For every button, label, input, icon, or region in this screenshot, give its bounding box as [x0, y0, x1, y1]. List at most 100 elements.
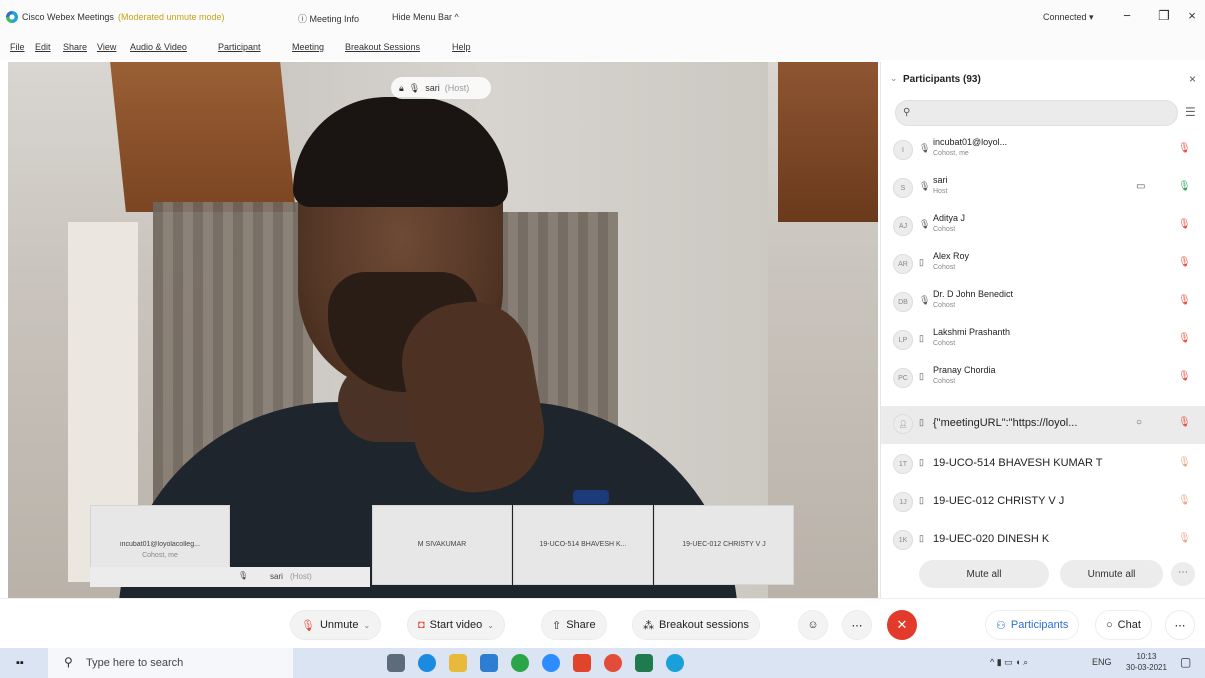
menu-help[interactable]: Help: [452, 42, 471, 52]
unmute-all-button[interactable]: Unmute all: [1060, 560, 1163, 588]
guest-avatar-icon: 👤︎: [893, 414, 913, 434]
participant-row[interactable]: AR ▯ Alex Roy Cohost 🎙︎: [881, 246, 1205, 284]
menu-breakout-sessions[interactable]: Breakout Sessions: [345, 42, 420, 52]
task-view-icon[interactable]: [387, 654, 405, 672]
menu-file[interactable]: File: [10, 42, 25, 52]
active-mic-icon[interactable]: 🎙︎: [1178, 181, 1191, 192]
language-indicator[interactable]: ENG: [1092, 657, 1112, 667]
chat-bubble-icon: ○: [1106, 619, 1113, 631]
office-icon[interactable]: [573, 654, 591, 672]
menu-bar: File Edit Share View Audio & Video Parti…: [0, 36, 1205, 60]
tray-icons[interactable]: ^ ▮ ▭ ◖ ⌕: [990, 657, 1028, 668]
video-cabinet-right: [778, 62, 878, 222]
smiley-icon: ☺: [807, 619, 819, 631]
avatar: S: [893, 178, 913, 198]
video-thumbnail[interactable]: 19-UCO-514 BHAVESH K...: [513, 505, 653, 585]
mic-off-icon[interactable]: 🎙︎: [1178, 457, 1191, 468]
muted-mic-icon[interactable]: 🎙︎: [1178, 257, 1191, 268]
app-title: Cisco Webex Meetings: [22, 12, 114, 22]
menu-audio-video[interactable]: Audio & Video: [130, 42, 187, 52]
mic-icon: 🎙︎: [408, 82, 421, 93]
mic-icon: 🎙︎: [301, 619, 315, 632]
search-icon: ⚲: [64, 655, 73, 669]
avatar: LP: [893, 330, 913, 350]
sort-icon[interactable]: ☰: [1185, 105, 1196, 119]
hide-menu-bar-button[interactable]: Hide Menu Bar ^: [392, 12, 459, 22]
participant-row[interactable]: DB 🎙︎ Dr. D John Benedict Cohost 🎙︎: [881, 284, 1205, 322]
edge-browser-icon[interactable]: [418, 654, 436, 672]
zoom-icon[interactable]: [542, 654, 560, 672]
chrome-icon[interactable]: [511, 654, 529, 672]
menu-edit[interactable]: Edit: [35, 42, 51, 52]
participant-row[interactable]: 1K ▯ 19-UEC-020 DINESH K 🎙︎: [881, 522, 1205, 560]
muted-mic-icon[interactable]: 🎙︎: [1178, 219, 1191, 230]
video-thumbnail[interactable]: M SIVAKUMAR: [372, 505, 512, 585]
start-video-button[interactable]: ◘ Start video ⌄: [407, 610, 505, 640]
windows-start-icon[interactable]: ▪▪: [16, 657, 24, 669]
collapse-chevron-icon[interactable]: ⌄: [890, 73, 898, 84]
breakout-sessions-button[interactable]: ⁂ Breakout sessions: [632, 610, 760, 640]
store-icon[interactable]: [480, 654, 498, 672]
muted-mic-icon[interactable]: 🎙︎: [1178, 333, 1191, 344]
reactions-button[interactable]: ☺: [798, 610, 828, 640]
menu-view[interactable]: View: [97, 42, 116, 52]
more-options-icon[interactable]: ⋯: [1171, 562, 1195, 586]
more-options-button[interactable]: ⋯: [842, 610, 872, 640]
restore-icon[interactable]: ❐: [1157, 8, 1171, 24]
notification-icon[interactable]: ▢: [1180, 655, 1191, 669]
participants-panel: ⌄ Participants (93) × ⚲ ☰ I 🎙︎ incubat01…: [880, 62, 1205, 598]
muted-mic-icon[interactable]: 🎙︎: [1178, 371, 1191, 382]
participant-row[interactable]: AJ 🎙︎ Aditya J Cohost 🎙︎: [881, 208, 1205, 246]
chevron-down-icon[interactable]: ⌄: [364, 621, 371, 630]
computer-device-icon: ▯: [919, 457, 924, 467]
participant-search-input[interactable]: [895, 100, 1178, 126]
avatar: I: [893, 140, 913, 160]
mic-off-icon[interactable]: 🎙︎: [1178, 495, 1191, 506]
participant-row[interactable]: 1J ▯ 19-UEC-012 CHRISTY V J 🎙︎: [881, 484, 1205, 522]
search-icon: ⚲: [903, 107, 911, 118]
chrome-alt-icon[interactable]: [604, 654, 622, 672]
close-icon[interactable]: ×: [1185, 8, 1199, 23]
mic-off-icon[interactable]: 🎙︎: [1178, 533, 1191, 544]
mic-device-icon: 🎙︎: [919, 219, 931, 229]
unmute-button[interactable]: 🎙︎ Unmute ⌄: [290, 610, 382, 640]
participant-row[interactable]: LP ▯ Lakshmi Prashanth Cohost 🎙︎: [881, 322, 1205, 360]
windows-taskbar: ▪▪ Type here to search ⚲ ^ ▮ ▭ ◖ ⌕ ENG 1…: [0, 648, 1205, 678]
mic-device-icon: 🎙︎: [919, 143, 931, 153]
minimize-icon[interactable]: −: [1120, 8, 1134, 23]
app-icon[interactable]: [635, 654, 653, 672]
system-clock[interactable]: 10:13 30-03-2021: [1126, 651, 1167, 673]
muted-mic-icon[interactable]: 🎙︎: [1178, 295, 1191, 306]
muted-mic-icon[interactable]: 🎙︎: [1178, 143, 1191, 154]
chat-button[interactable]: ○ Chat: [1095, 610, 1152, 640]
participants-button[interactable]: ⚇ Participants: [985, 610, 1080, 640]
participant-row[interactable]: 1T ▯ 19-UCO-514 BHAVESH KUMAR T 🎙︎: [881, 446, 1205, 484]
participant-row[interactable]: 👤︎ ▯ {"meetingURL":"https://loyol... ○ 🎙…: [881, 406, 1205, 444]
avatar: PC: [893, 368, 913, 388]
video-camera-icon: ◘: [418, 619, 425, 631]
mute-all-button[interactable]: Mute all: [919, 560, 1049, 588]
speaker-watch: [573, 490, 609, 504]
participant-row[interactable]: I 🎙︎ incubat01@loyol... Cohost, me 🎙︎: [881, 132, 1205, 170]
menu-share[interactable]: Share: [63, 42, 87, 52]
more-icon[interactable]: ⋯: [1165, 610, 1195, 640]
video-thumbnail[interactable]: 19-UEC-012 CHRISTY V J: [654, 505, 794, 585]
taskbar-search-box[interactable]: Type here to search: [48, 648, 293, 678]
share-button[interactable]: ⇧ Share: [541, 610, 607, 640]
menu-meeting[interactable]: Meeting: [292, 42, 324, 52]
lock-icon: 🔒︎: [399, 82, 404, 93]
connection-status[interactable]: Connected ▾: [1043, 12, 1094, 23]
avatar: AR: [893, 254, 913, 274]
file-explorer-icon[interactable]: [449, 654, 467, 672]
chat-icon[interactable]: ○: [1136, 417, 1142, 428]
webex-taskbar-icon[interactable]: [666, 654, 684, 672]
menu-participant[interactable]: Participant: [218, 42, 261, 52]
participant-row[interactable]: S 🎙︎ sari Host ▭ 🎙︎: [881, 170, 1205, 208]
muted-mic-icon[interactable]: 🎙︎: [1178, 417, 1191, 428]
participant-row[interactable]: PC ▯ Pranay Chordia Cohost 🎙︎: [881, 360, 1205, 398]
chevron-down-icon[interactable]: ⌄: [487, 621, 494, 630]
leave-meeting-button[interactable]: ✕: [887, 610, 917, 640]
computer-device-icon: ▯: [919, 371, 924, 381]
meeting-info-button[interactable]: ⓘ Meeting Info: [298, 12, 359, 25]
close-panel-icon[interactable]: ×: [1189, 72, 1196, 86]
